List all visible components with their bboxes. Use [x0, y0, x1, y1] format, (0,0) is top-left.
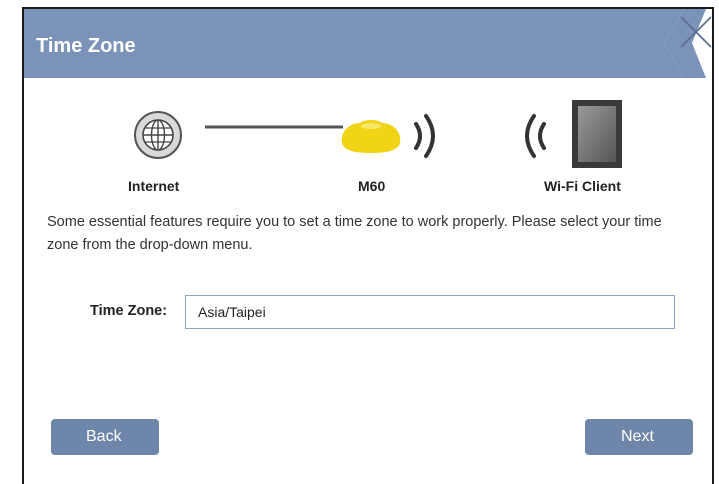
close-button[interactable] — [678, 14, 714, 50]
close-icon — [680, 16, 712, 48]
wifi-client-label: Wi-Fi Client — [544, 178, 621, 194]
back-button[interactable]: Back — [51, 419, 159, 455]
time-zone-select[interactable]: Asia/Taipei — [185, 295, 675, 329]
device-label: M60 — [358, 178, 386, 194]
tablet-icon — [572, 100, 622, 168]
wifi-signal-icon — [525, 114, 546, 158]
title-bar: Time Zone — [24, 9, 712, 78]
next-button[interactable]: Next — [585, 419, 693, 455]
connection-line — [205, 125, 343, 129]
time-zone-label: Time Zone: — [90, 303, 168, 319]
back-button-label: Back — [86, 428, 122, 445]
wifi-signal-icon — [414, 114, 435, 158]
router-icon — [341, 120, 401, 153]
next-button-label: Next — [621, 428, 654, 445]
page-title: Time Zone — [36, 35, 136, 57]
internet-label: Internet — [128, 178, 180, 194]
description-text: Some essential features require you to s… — [47, 214, 662, 253]
globe-icon — [134, 111, 182, 159]
